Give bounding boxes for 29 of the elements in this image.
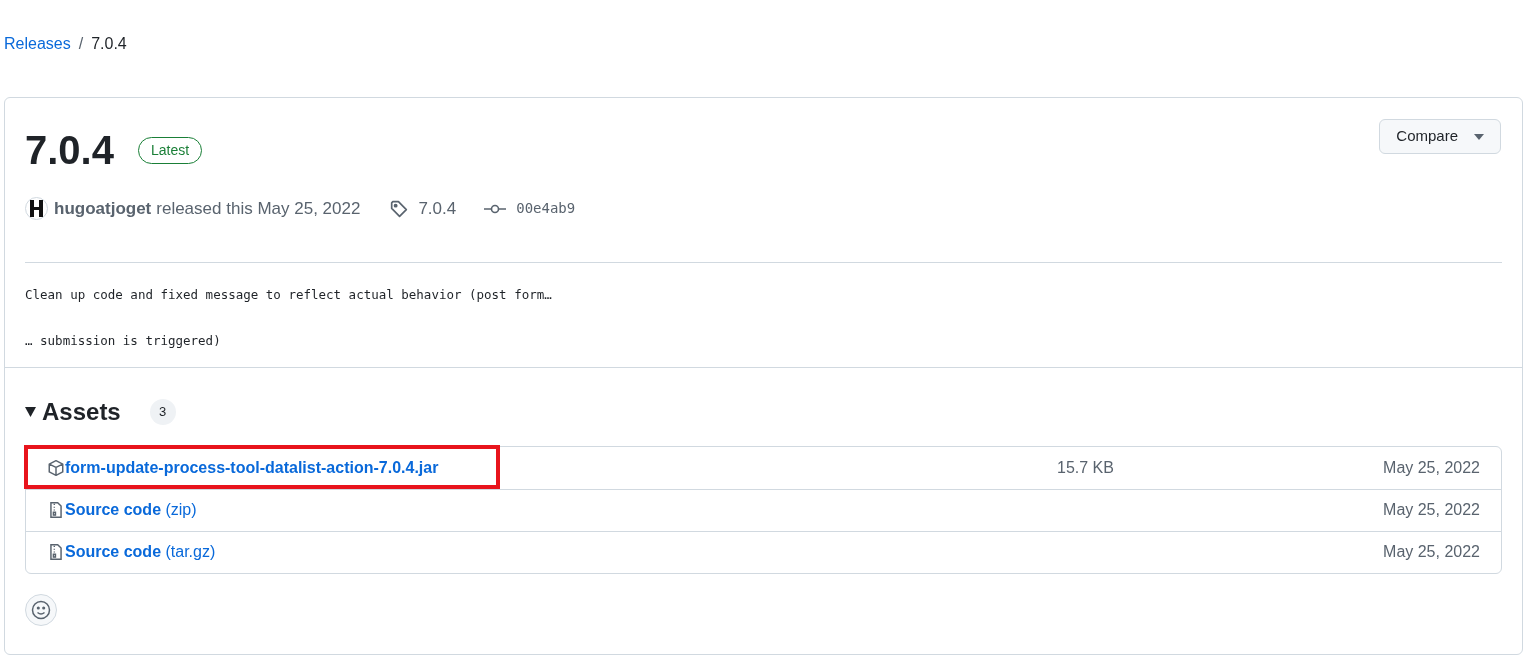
author-link[interactable]: hugoatjoget bbox=[54, 196, 152, 222]
zip-file-icon bbox=[47, 501, 65, 519]
asset-link[interactable]: Source code (zip) bbox=[65, 498, 197, 522]
release-notes-line: Clean up code and fixed message to reflect actual behavior (post form… bbox=[25, 286, 553, 303]
caret-icon bbox=[25, 406, 36, 417]
asset-date: May 25, 2022 bbox=[1383, 500, 1480, 520]
compare-button[interactable]: Compare bbox=[1379, 119, 1501, 154]
breadcrumb-current: 7.0.4 bbox=[91, 34, 127, 54]
caret-icon bbox=[1474, 133, 1484, 140]
asset-size: 15.7 KB bbox=[1057, 457, 1115, 478]
commit-link[interactable]: 00e4ab9 bbox=[516, 198, 576, 220]
tag-icon bbox=[390, 199, 409, 218]
package-icon bbox=[47, 458, 65, 477]
release-notes-line: … submission is triggered) bbox=[25, 332, 222, 349]
asset-date: May 25, 2022 bbox=[1383, 542, 1480, 562]
smiley-icon bbox=[31, 599, 51, 620]
release-title: 7.0.4 bbox=[25, 127, 114, 174]
assets-toggle[interactable]: Assets bbox=[25, 393, 121, 430]
asset-link[interactable]: Source code (tar.gz) bbox=[65, 540, 216, 564]
asset-date: May 25, 2022 bbox=[1383, 457, 1480, 478]
assets-count: 3 bbox=[149, 398, 176, 425]
tag-link[interactable]: 7.0.4 bbox=[418, 196, 457, 222]
breadcrumb-separator: / bbox=[77, 34, 85, 54]
release-date-text: released this May 25, 2022 bbox=[156, 198, 361, 220]
asset-link[interactable]: form-update-process-tool-datalist-action-7.0.4.jar bbox=[65, 455, 439, 480]
emoji-reaction-button[interactable] bbox=[25, 593, 57, 626]
zip-file-icon bbox=[47, 543, 65, 561]
breadcrumb-link[interactable]: Releases bbox=[4, 32, 71, 56]
commit-icon bbox=[484, 202, 507, 215]
